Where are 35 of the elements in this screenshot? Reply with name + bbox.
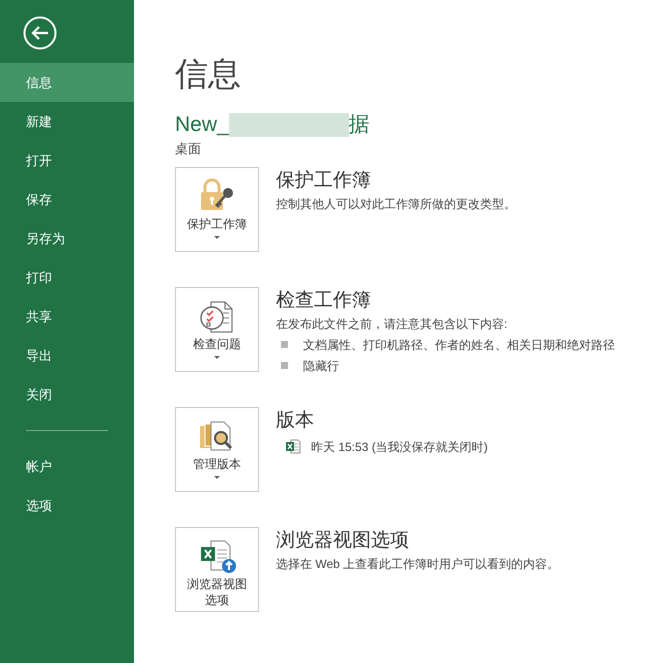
section-heading: 版本 [276,408,315,432]
section-button[interactable]: 浏览器视图选项 [175,526,259,612]
sidebar-item[interactable]: 保存 [0,180,134,219]
sidebar-item[interactable]: 信息 [0,63,134,102]
caret-icon [214,236,220,240]
sidebar-item[interactable]: 共享 [0,297,134,336]
bullet-text: 文档属性、打印机路径、作者的姓名、相关日期和绝对路径 [303,336,615,354]
file-name: New_ [175,112,229,138]
page-title: 信息 [175,54,242,94]
sidebar-item[interactable]: 新建 [0,102,134,141]
sidebar-item[interactable]: 关闭 [0,375,134,414]
bullet-icon [281,341,288,348]
bullet-text: 隐藏行 [303,358,339,374]
section-button[interactable]: 保护工作簿 [175,166,259,252]
sidebar-item[interactable]: 打开 [0,141,134,180]
section-description: 控制其他人可以对此工作簿所做的更改类型。 [276,196,516,212]
sidebar-item[interactable]: 打印 [0,258,134,297]
section-description: 选择在 Web 上查看此工作簿时用户可以看到的内容。 [276,556,560,572]
section-description: 在发布此文件之前，请注意其包含以下内容: [276,316,508,332]
section-heading: 检查工作簿 [276,288,372,312]
file-location: 桌面 [175,140,202,158]
spreadsheet-file-icon [286,439,301,454]
version-entry[interactable]: 昨天 15:53 (当我没保存就关闭时) [311,438,488,456]
section-button[interactable]: 检查问题 [175,286,259,372]
sidebar-item[interactable]: 帐户 [0,447,134,486]
section-heading: 保护工作簿 [276,168,372,192]
file-name: 据 [348,112,370,138]
caret-icon [214,356,220,360]
caret-icon [214,476,220,480]
sidebar-item[interactable]: 导出 [0,336,134,375]
section-button[interactable]: 管理版本 [175,406,259,492]
bullet-icon [281,362,288,369]
section-heading: 浏览器视图选项 [276,528,410,552]
sidebar-item[interactable]: 选项 [0,486,134,525]
sidebar-item[interactable]: 另存为 [0,219,134,258]
